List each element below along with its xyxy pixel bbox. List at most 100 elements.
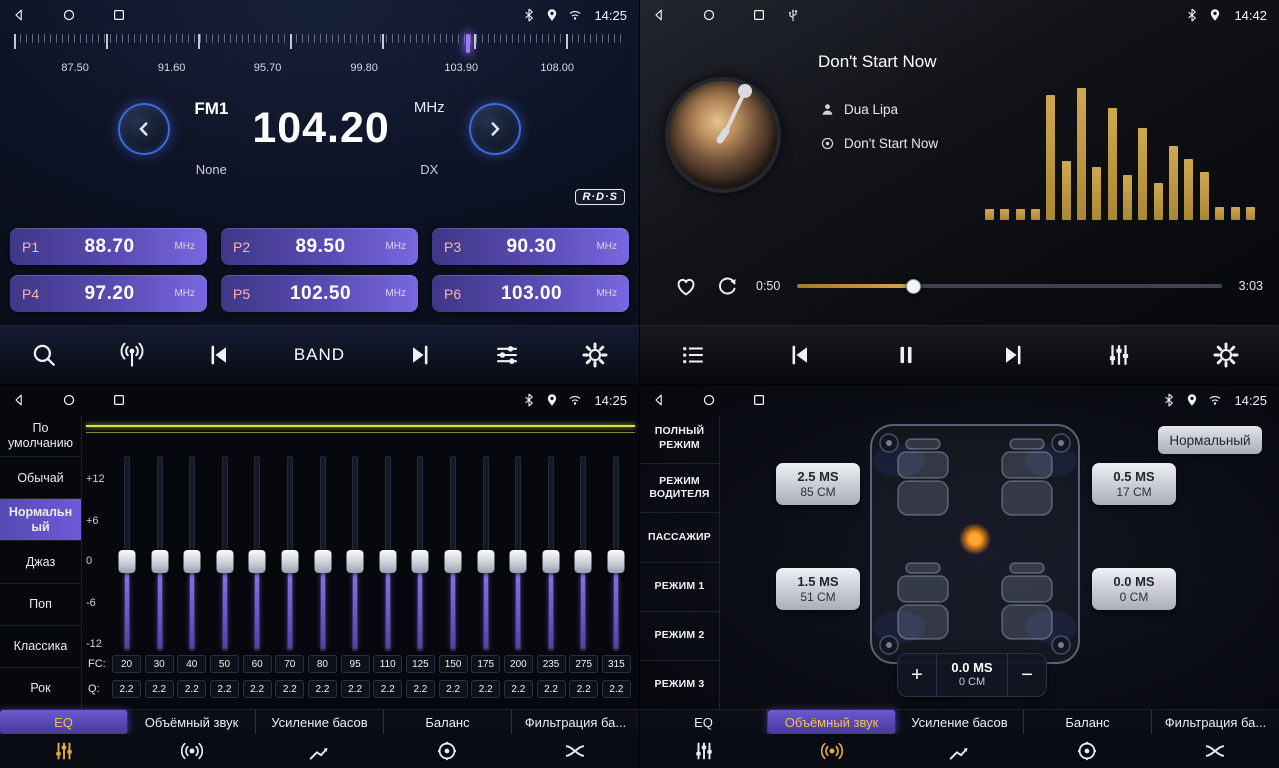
next-icon[interactable] bbox=[407, 342, 433, 368]
eq-band-slider[interactable] bbox=[210, 456, 240, 651]
eq-preset-item[interactable]: Рок bbox=[0, 668, 81, 710]
recents-icon[interactable] bbox=[112, 8, 126, 22]
slider-handle[interactable] bbox=[607, 550, 624, 573]
preset-p2[interactable]: P289.50MHz bbox=[221, 228, 418, 265]
favorite-heart-icon[interactable] bbox=[674, 274, 698, 298]
back-icon[interactable] bbox=[652, 393, 666, 407]
eq-settings-icon[interactable] bbox=[494, 342, 520, 368]
recents-icon[interactable] bbox=[752, 8, 766, 22]
tab-bass[interactable]: Усиление басов bbox=[896, 710, 1024, 734]
settings-gear-icon[interactable] bbox=[582, 342, 608, 368]
delay-chip-rear-right[interactable]: 0.0 MS0 CM bbox=[1092, 568, 1176, 610]
eq-band-slider[interactable] bbox=[373, 456, 403, 651]
tab-bass[interactable]: Усиление басов bbox=[256, 710, 384, 734]
slider-handle[interactable] bbox=[444, 550, 461, 573]
slider-handle[interactable] bbox=[119, 550, 136, 573]
increase-delay-button[interactable]: + bbox=[898, 654, 937, 696]
tab-icon-filter[interactable] bbox=[511, 734, 639, 768]
eq-preset-item[interactable]: По умолчанию bbox=[0, 415, 81, 457]
surround-mode-item[interactable]: РЕЖИМ 2 bbox=[640, 612, 719, 661]
eq-band-slider[interactable] bbox=[536, 456, 566, 651]
home-icon[interactable] bbox=[702, 393, 716, 407]
next-icon[interactable] bbox=[1000, 342, 1026, 368]
surround-mode-item[interactable]: ПАССАЖИР bbox=[640, 513, 719, 562]
scan-icon[interactable] bbox=[31, 342, 57, 368]
previous-icon[interactable] bbox=[206, 342, 232, 368]
eq-band-slider[interactable] bbox=[308, 456, 338, 651]
tab-icon-balance[interactable] bbox=[383, 734, 511, 768]
tab-balance[interactable]: Баланс bbox=[1024, 710, 1152, 734]
preset-p4[interactable]: P497.20MHz bbox=[10, 275, 207, 312]
home-icon[interactable] bbox=[62, 393, 76, 407]
eq-band-slider[interactable] bbox=[242, 456, 272, 651]
surround-mode-item[interactable]: РЕЖИМ ВОДИТЕЛЯ bbox=[640, 464, 719, 513]
antenna-icon[interactable] bbox=[119, 342, 145, 368]
tab-eq[interactable]: EQ bbox=[640, 710, 768, 734]
tab-icon-eq[interactable] bbox=[640, 734, 768, 768]
slider-handle[interactable] bbox=[510, 550, 527, 573]
sound-preset-button[interactable]: Нормальный bbox=[1158, 426, 1262, 454]
slider-handle[interactable] bbox=[575, 550, 592, 573]
slider-handle[interactable] bbox=[477, 550, 494, 573]
decrease-delay-button[interactable]: − bbox=[1007, 654, 1046, 696]
eq-preset-item[interactable]: Обычай bbox=[0, 457, 81, 499]
tab-surround[interactable]: Объёмный звук bbox=[768, 710, 896, 734]
band-button[interactable]: BAND bbox=[294, 345, 345, 365]
surround-mode-item[interactable]: ПОЛНЫЙ РЕЖИМ bbox=[640, 415, 719, 464]
delay-chip-front-left[interactable]: 2.5 MS85 CM bbox=[776, 463, 860, 505]
slider-handle[interactable] bbox=[281, 550, 298, 573]
recents-icon[interactable] bbox=[752, 393, 766, 407]
tab-icon-bass[interactable] bbox=[896, 734, 1024, 768]
tab-icon-balance[interactable] bbox=[1023, 734, 1151, 768]
mixer-icon[interactable] bbox=[1106, 342, 1132, 368]
eq-band-slider[interactable] bbox=[438, 456, 468, 651]
playlist-icon[interactable] bbox=[680, 342, 706, 368]
tune-up-button[interactable] bbox=[469, 103, 521, 155]
settings-gear-icon[interactable] bbox=[1213, 342, 1239, 368]
tab-filter[interactable]: Фильтрация ба... bbox=[1152, 710, 1279, 734]
progress-slider[interactable] bbox=[797, 279, 1221, 293]
eq-preset-item[interactable]: Классика bbox=[0, 626, 81, 668]
eq-preset-item[interactable]: Нормальный bbox=[0, 499, 81, 541]
previous-icon[interactable] bbox=[787, 342, 813, 368]
slider-handle[interactable] bbox=[249, 550, 266, 573]
preset-p5[interactable]: P5102.50MHz bbox=[221, 275, 418, 312]
delay-chip-front-right[interactable]: 0.5 MS17 CM bbox=[1092, 463, 1176, 505]
surround-mode-item[interactable]: РЕЖИМ 3 bbox=[640, 661, 719, 710]
tuning-indicator[interactable] bbox=[466, 34, 470, 53]
home-icon[interactable] bbox=[62, 8, 76, 22]
eq-band-slider[interactable] bbox=[503, 456, 533, 651]
tab-balance[interactable]: Баланс bbox=[384, 710, 512, 734]
back-icon[interactable] bbox=[652, 8, 666, 22]
back-icon[interactable] bbox=[12, 393, 26, 407]
eq-band-slider[interactable] bbox=[601, 456, 631, 651]
slider-handle[interactable] bbox=[151, 550, 168, 573]
preset-p3[interactable]: P390.30MHz bbox=[432, 228, 629, 265]
eq-band-slider[interactable] bbox=[177, 456, 207, 651]
tab-icon-filter[interactable] bbox=[1151, 734, 1279, 768]
slider-handle[interactable] bbox=[379, 550, 396, 573]
home-icon[interactable] bbox=[702, 8, 716, 22]
preset-p1[interactable]: P188.70MHz bbox=[10, 228, 207, 265]
slider-handle[interactable] bbox=[184, 550, 201, 573]
tune-down-button[interactable] bbox=[118, 103, 170, 155]
progress-knob[interactable] bbox=[906, 279, 921, 294]
tab-surround[interactable]: Объёмный звук bbox=[128, 710, 256, 734]
tab-icon-bass[interactable] bbox=[256, 734, 384, 768]
back-icon[interactable] bbox=[12, 8, 26, 22]
eq-band-slider[interactable] bbox=[471, 456, 501, 651]
eq-band-slider[interactable] bbox=[568, 456, 598, 651]
eq-band-slider[interactable] bbox=[405, 456, 435, 651]
surround-mode-item[interactable]: РЕЖИМ 1 bbox=[640, 563, 719, 612]
tab-eq[interactable]: EQ bbox=[0, 710, 128, 734]
slider-handle[interactable] bbox=[347, 550, 364, 573]
eq-preset-item[interactable]: Джаз bbox=[0, 541, 81, 583]
slider-handle[interactable] bbox=[412, 550, 429, 573]
delay-chip-rear-left[interactable]: 1.5 MS51 CM bbox=[776, 568, 860, 610]
eq-band-slider[interactable] bbox=[340, 456, 370, 651]
repeat-icon[interactable] bbox=[715, 274, 739, 298]
slider-handle[interactable] bbox=[542, 550, 559, 573]
eq-band-slider[interactable] bbox=[112, 456, 142, 651]
eq-preset-item[interactable]: Поп bbox=[0, 584, 81, 626]
eq-band-slider[interactable] bbox=[145, 456, 175, 651]
